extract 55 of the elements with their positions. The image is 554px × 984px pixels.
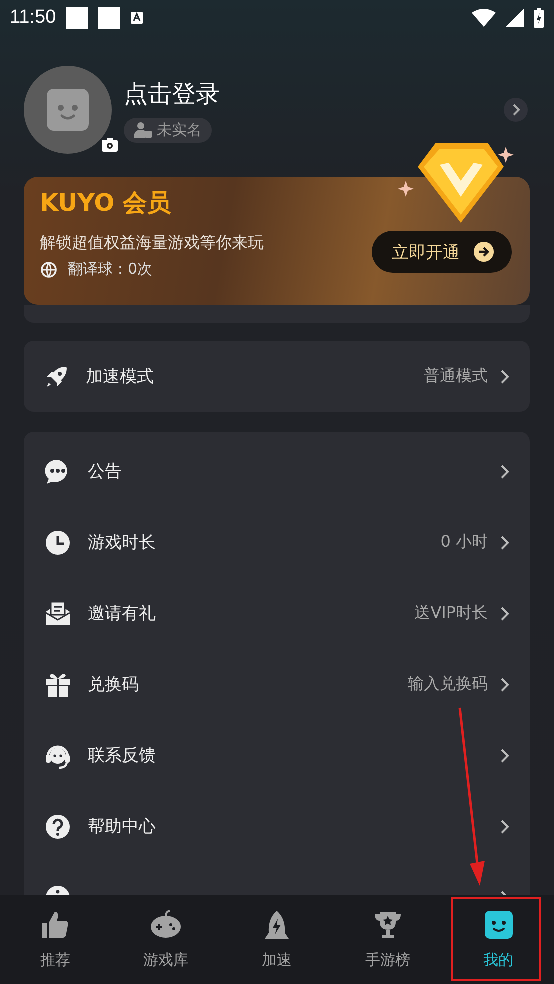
notification-icon — [66, 7, 88, 29]
arrow-right-icon — [474, 242, 494, 262]
nav-tab[interactable]: 我的 — [443, 895, 554, 984]
chevron-right-icon — [500, 368, 510, 384]
menu-label: 游戏时长 — [88, 532, 156, 554]
menu-item[interactable]: 帮助中心 — [24, 791, 530, 862]
menu-label: 公告 — [88, 461, 122, 483]
status-time: 11:50 — [10, 7, 56, 29]
chevron-right-icon — [500, 818, 510, 834]
wifi-icon — [472, 9, 496, 27]
menu-label: 加速模式 — [86, 366, 154, 388]
chevron-right-icon — [500, 464, 510, 480]
menu-label: 联系反馈 — [88, 745, 156, 767]
nav-tab[interactable]: 加速 — [222, 895, 332, 984]
notification-icon — [98, 7, 120, 29]
face-icon — [482, 909, 515, 941]
person-card-icon — [134, 122, 152, 138]
face-icon — [47, 89, 89, 131]
keyboard-icon — [130, 11, 144, 25]
menu-value: 普通模式 — [424, 366, 488, 387]
nav-tab[interactable]: 游戏库 — [110, 895, 222, 984]
vip-title: KUYO 会员 — [40, 188, 172, 219]
nav-tab[interactable]: 手游榜 — [332, 895, 444, 984]
menu-label: 帮助中心 — [88, 816, 156, 838]
chevron-right-icon — [500, 676, 510, 692]
globe-icon — [40, 260, 58, 278]
gamepad-icon — [150, 909, 182, 941]
clock-icon — [44, 528, 72, 556]
menu-item[interactable]: 兑换码 输入兑换码 — [24, 649, 530, 720]
vip-card[interactable]: KUYO 会员 解锁超值权益海量游戏等你来玩 翻译球：0次 立即开通 — [24, 177, 530, 305]
chevron-right-icon — [500, 534, 510, 550]
verification-status: 未实名 — [157, 120, 202, 140]
signal-icon — [506, 9, 524, 27]
menu-label: 兑换码 — [88, 674, 139, 696]
mail-icon — [44, 600, 72, 628]
nav-tab[interactable]: 推荐 — [0, 895, 111, 984]
menu-value: 送VIP时长 — [414, 603, 488, 624]
activate-button[interactable]: 立即开通 — [372, 231, 512, 273]
menu-item[interactable]: 联系反馈 — [24, 720, 530, 791]
chevron-right-icon[interactable] — [504, 98, 528, 122]
battery-icon — [534, 8, 544, 28]
menu-item[interactable]: 加速模式 普通模式 — [24, 341, 530, 412]
chevron-right-icon — [500, 606, 510, 622]
menu-value: 0 小时 — [440, 532, 488, 553]
login-prompt[interactable]: 点击登录 — [124, 78, 220, 110]
vip-subtitle: 解锁超值权益海量游戏等你来玩 — [40, 233, 264, 254]
translation-balls-count: 翻译球：0次 — [68, 260, 153, 279]
help-icon — [44, 812, 72, 840]
menu-item[interactable]: 公告 — [24, 436, 530, 507]
camera-icon[interactable] — [102, 138, 118, 152]
chevron-right-icon — [500, 748, 510, 764]
menu-item[interactable]: 游戏时长 0 小时 — [24, 507, 530, 578]
menu-value: 输入兑换码 — [408, 674, 488, 695]
menu-label: 邀请有礼 — [88, 603, 156, 625]
menu-item[interactable]: 邀请有礼 送VIP时长 — [24, 578, 530, 649]
